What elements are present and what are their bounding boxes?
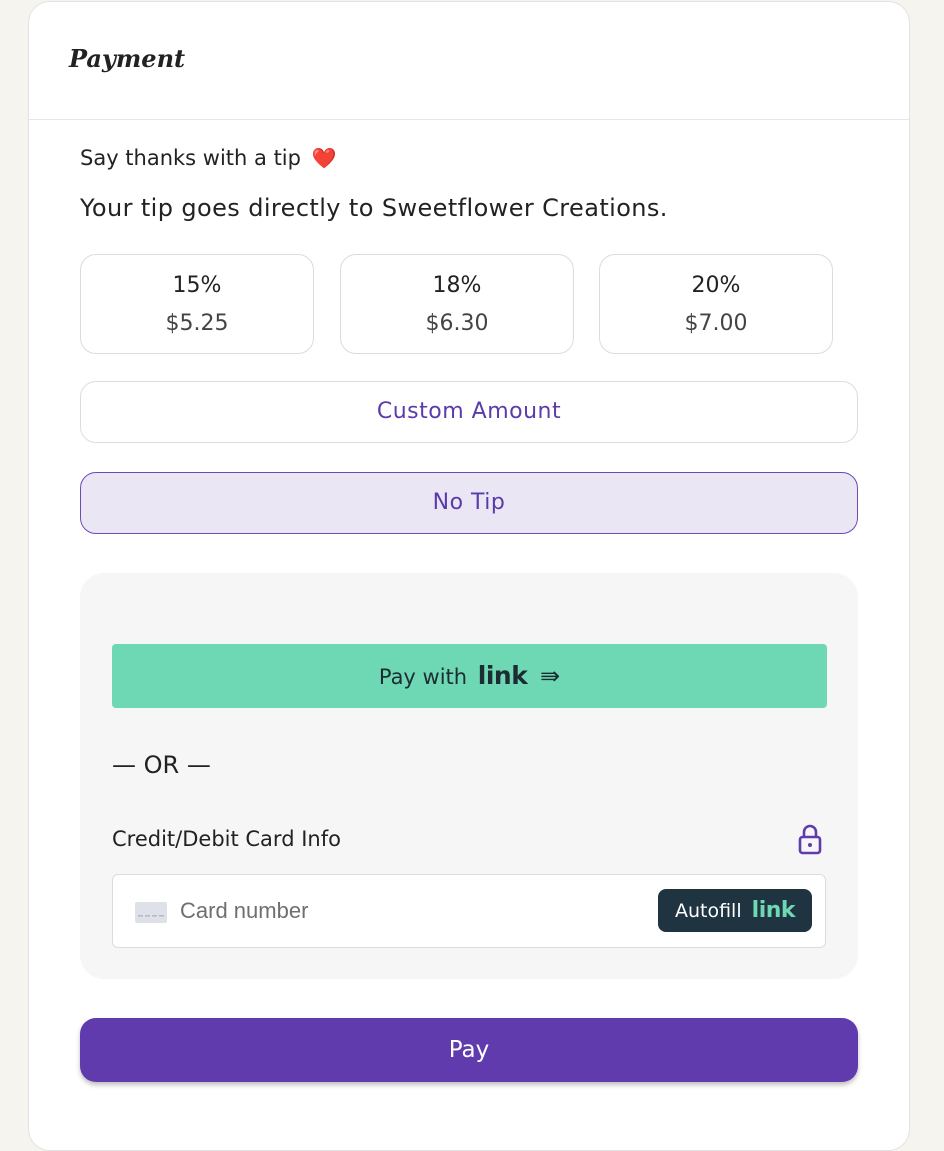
tip-option-20[interactable]: 20% $7.00 (599, 254, 833, 354)
pay-button[interactable]: Pay (80, 1018, 858, 1082)
link-logo: link (477, 661, 528, 690)
tip-option-amount: $5.25 (165, 311, 229, 336)
or-divider: — OR — (112, 751, 211, 779)
credit-card-icon (135, 902, 167, 923)
pay-with-link-button[interactable]: Pay with link ⇛ (112, 644, 827, 708)
page-title: Payment (69, 44, 186, 73)
card-number-placeholder: Card number (180, 898, 309, 923)
card-info-label: Credit/Debit Card Info (112, 827, 341, 851)
tip-option-percent: 20% (691, 273, 741, 298)
header: Payment (29, 2, 909, 120)
tip-option-15[interactable]: 15% $5.25 (80, 254, 314, 354)
custom-amount-button[interactable]: Custom Amount (80, 381, 858, 443)
tip-option-amount: $6.30 (425, 311, 489, 336)
autofill-link-button[interactable]: Autofill link (658, 889, 812, 932)
card-number-field[interactable]: Card number Autofill link (112, 874, 826, 948)
lock-icon (798, 824, 822, 855)
autofill-label: Autofill (674, 900, 742, 922)
pay-with-link-label: Pay with (378, 665, 468, 689)
tip-heading-text: Say thanks with a tip (80, 146, 301, 170)
tip-subheading: Your tip goes directly to Sweetflower Cr… (80, 194, 668, 222)
payment-card: Payment Say thanks with a tip ❤️ Your ti… (28, 1, 910, 1151)
link-logo: link (751, 898, 796, 923)
heart-icon: ❤️ (311, 146, 337, 170)
tip-option-18[interactable]: 18% $6.30 (340, 254, 574, 354)
tip-heading: Say thanks with a tip ❤️ (80, 146, 337, 170)
payment-panel: Pay with link ⇛ — OR — Credit/Debit Card… (80, 573, 858, 979)
tip-option-percent: 18% (432, 273, 482, 298)
arrow-right-icon: ⇛ (540, 662, 561, 690)
tip-option-percent: 15% (172, 273, 222, 298)
no-tip-button[interactable]: No Tip (80, 472, 858, 534)
tip-option-amount: $7.00 (684, 311, 748, 336)
